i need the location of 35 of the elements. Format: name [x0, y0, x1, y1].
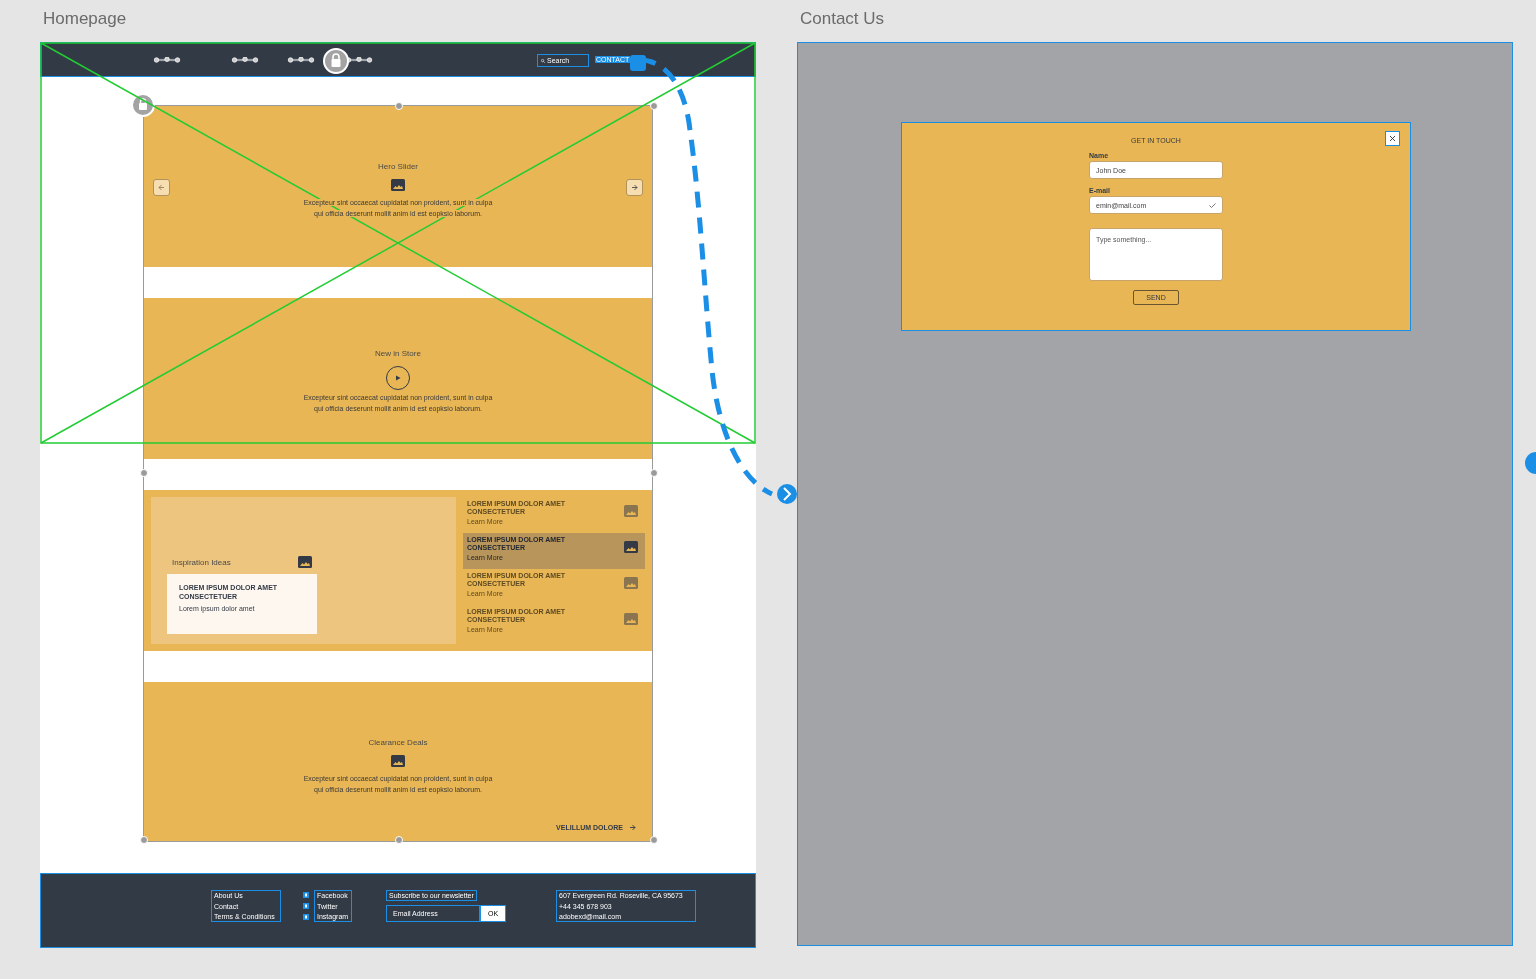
selection-handle[interactable]	[140, 469, 148, 477]
image-icon	[391, 755, 405, 767]
section-title: Inspiration Ideas	[172, 557, 231, 567]
selection-handle[interactable]	[650, 469, 658, 477]
artboard-title: Contact Us	[800, 9, 885, 29]
selection-handle[interactable]	[650, 836, 658, 844]
image-icon	[624, 541, 638, 553]
close-button[interactable]	[1385, 131, 1400, 146]
arrow-left-icon	[158, 184, 165, 191]
selection-handle[interactable]	[395, 836, 403, 844]
image-icon	[624, 613, 638, 625]
social-icon	[303, 892, 309, 899]
lock-icon	[323, 48, 349, 74]
section-title: New in Store	[375, 349, 421, 358]
previous-button[interactable]	[153, 179, 170, 196]
social-icon	[303, 913, 309, 920]
section-title: Clearance Deals	[368, 738, 428, 747]
section-title: Hero Slider	[378, 162, 418, 171]
connector-handle-icon	[1525, 452, 1536, 474]
social-icon	[303, 903, 309, 909]
image-icon	[391, 179, 405, 191]
plug-icon[interactable]	[630, 55, 646, 71]
play-icon	[395, 375, 401, 381]
close-icon	[1389, 135, 1396, 142]
artboard-title: Homepage	[43, 9, 127, 29]
next-button[interactable]	[626, 179, 643, 196]
arrow-right-icon	[629, 824, 636, 831]
selection-handle[interactable]	[650, 102, 658, 110]
image-icon	[624, 577, 638, 589]
arrow-right-icon	[631, 184, 638, 191]
search-icon	[541, 58, 545, 63]
selection-handle[interactable]	[395, 102, 403, 110]
selection-handle[interactable]	[140, 836, 148, 844]
image-icon	[298, 556, 312, 568]
image-icon	[624, 505, 638, 517]
